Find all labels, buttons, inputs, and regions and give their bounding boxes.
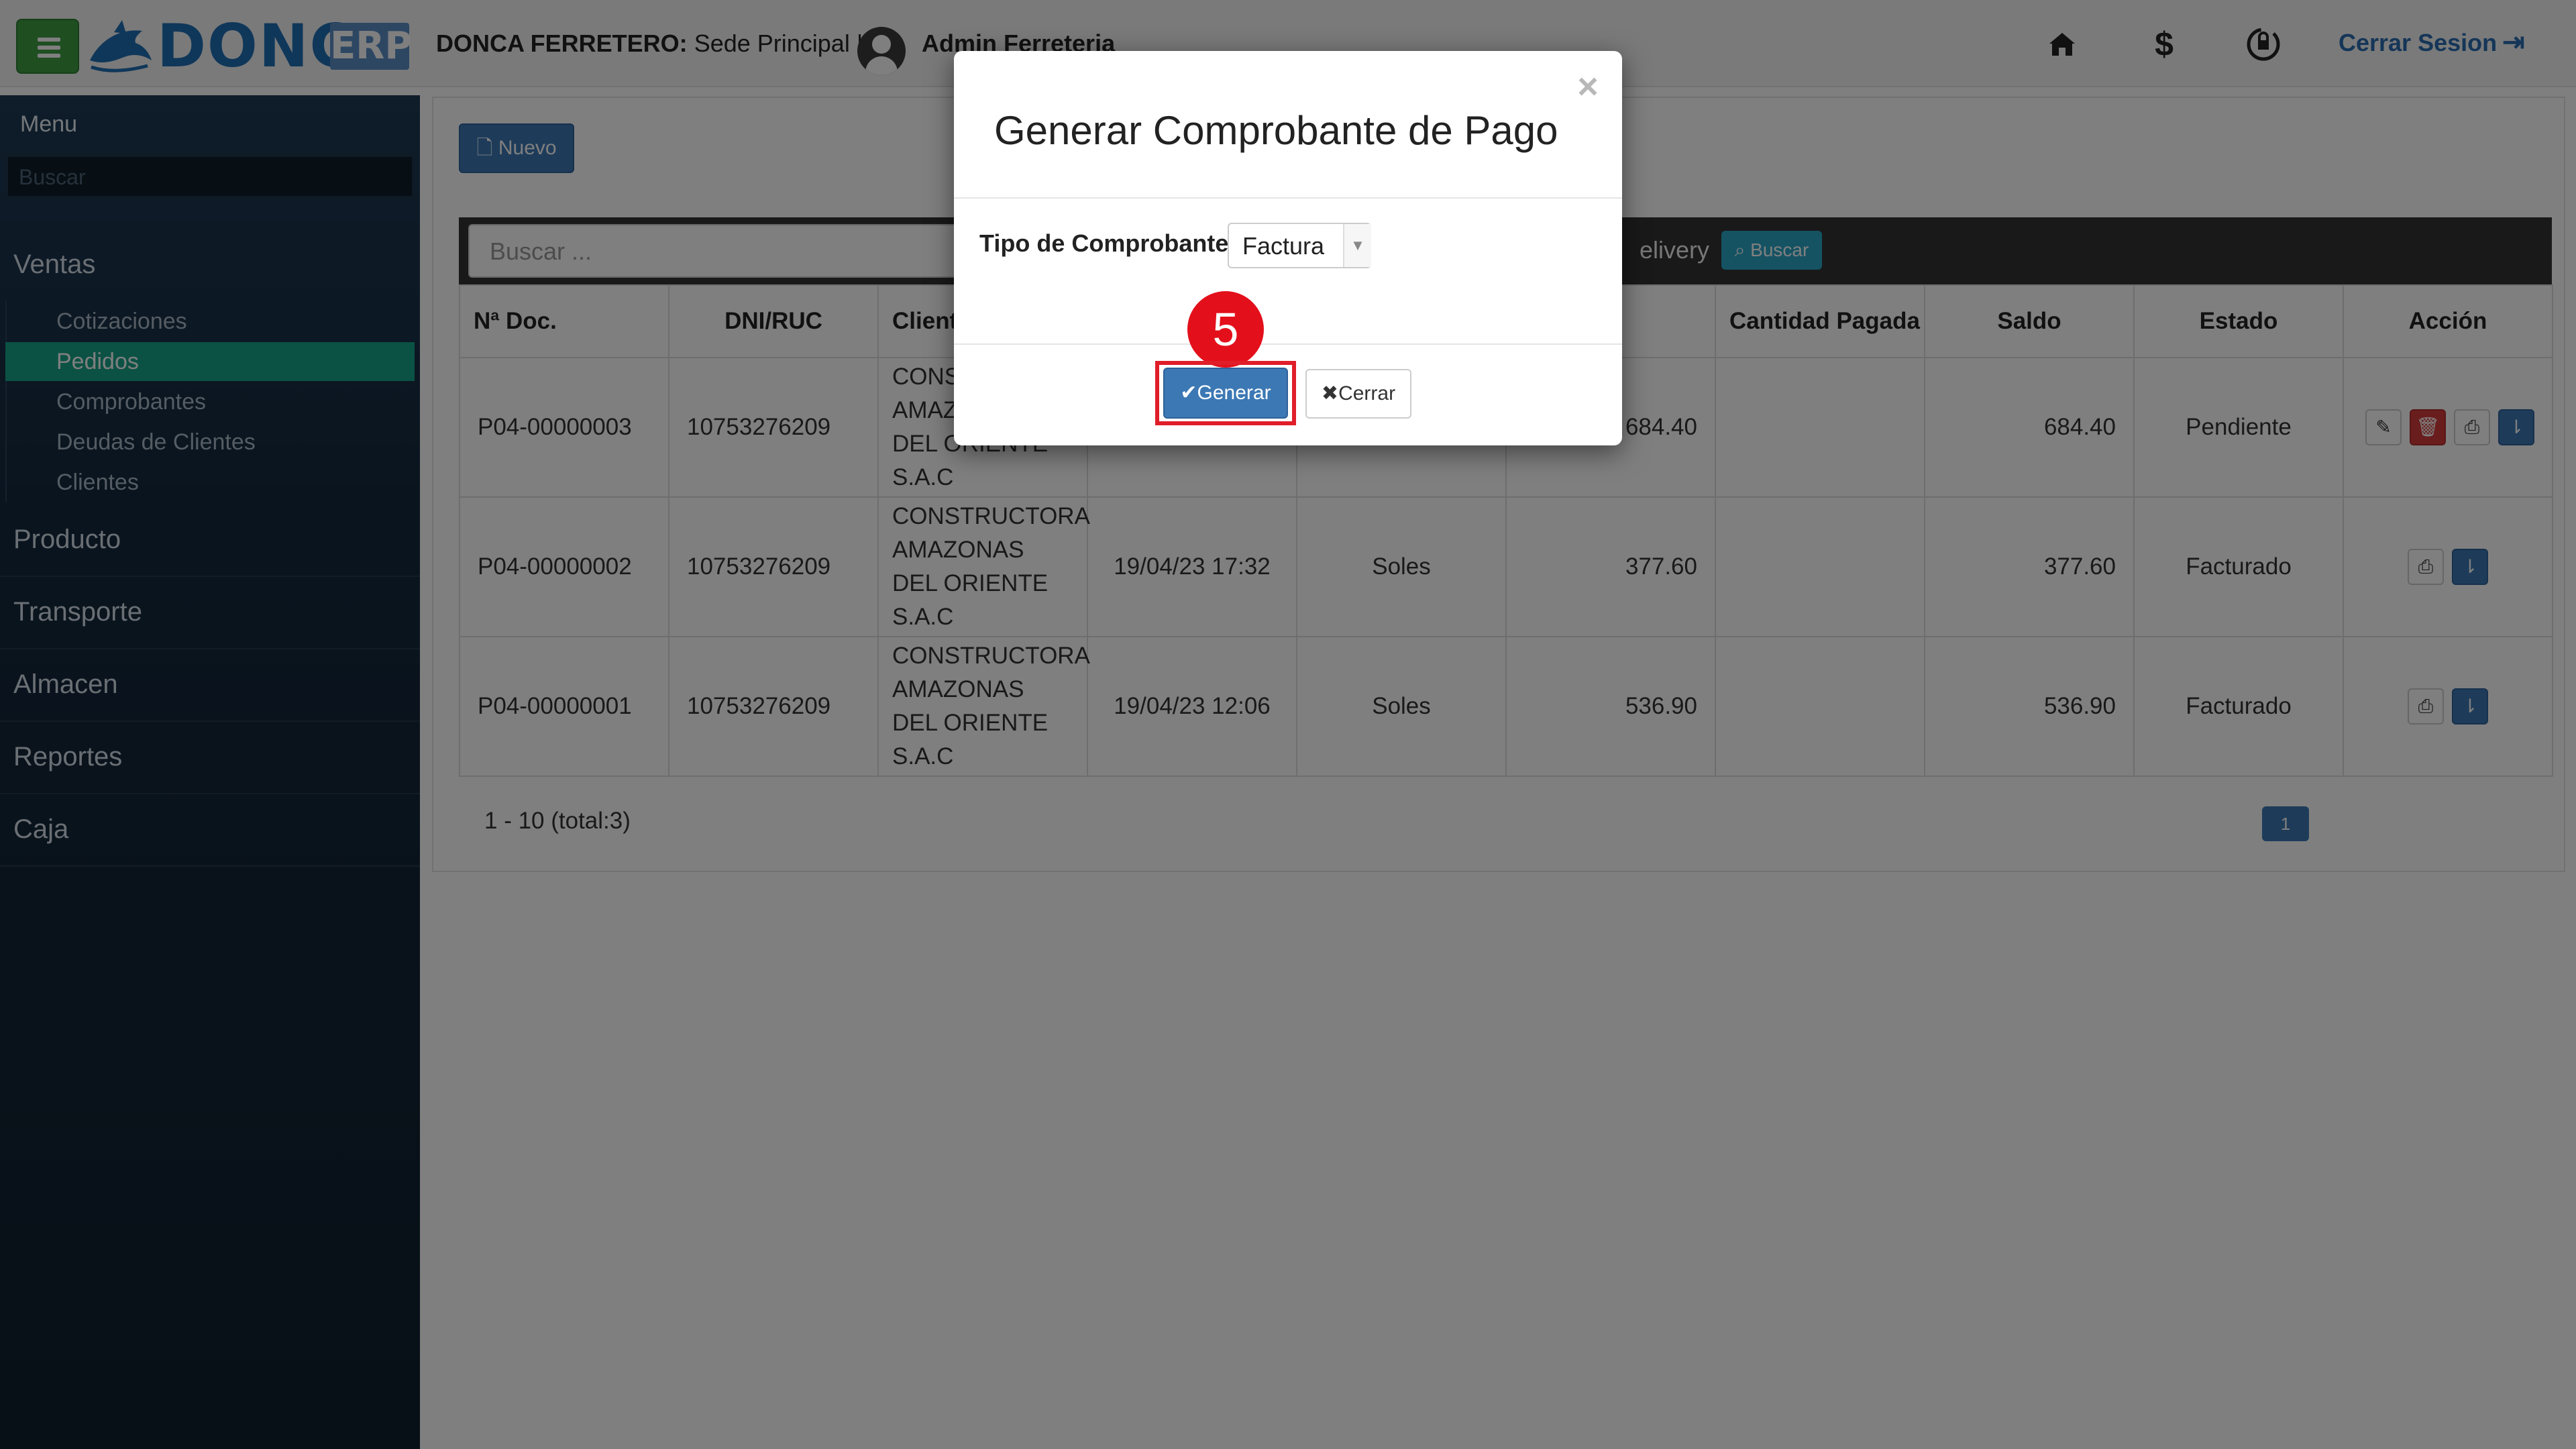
- generate-receipt-dialog: × Generar Comprobante de Pago Tipo de Co…: [954, 51, 1622, 445]
- generate-button[interactable]: ✔Generar: [1163, 368, 1288, 419]
- divider: [954, 197, 1622, 199]
- close-button-label: Cerrar: [1338, 382, 1396, 405]
- divider: [954, 343, 1622, 345]
- close-icon[interactable]: ×: [1571, 68, 1605, 105]
- receipt-type-label: Tipo de Comprobante: [979, 229, 1229, 257]
- generate-button-label: Generar: [1197, 382, 1271, 404]
- receipt-type-select[interactable]: Factura ▼: [1228, 223, 1371, 268]
- x-icon: ✖: [1321, 382, 1339, 405]
- receipt-type-value: Factura: [1242, 232, 1325, 260]
- close-button[interactable]: ✖Cerrar: [1305, 369, 1411, 419]
- chevron-down-icon: ▼: [1343, 224, 1371, 267]
- dialog-title: Generar Comprobante de Pago: [994, 108, 1558, 153]
- checkmark-icon: ✔: [1180, 382, 1197, 404]
- step-number-badge: 5: [1187, 291, 1264, 368]
